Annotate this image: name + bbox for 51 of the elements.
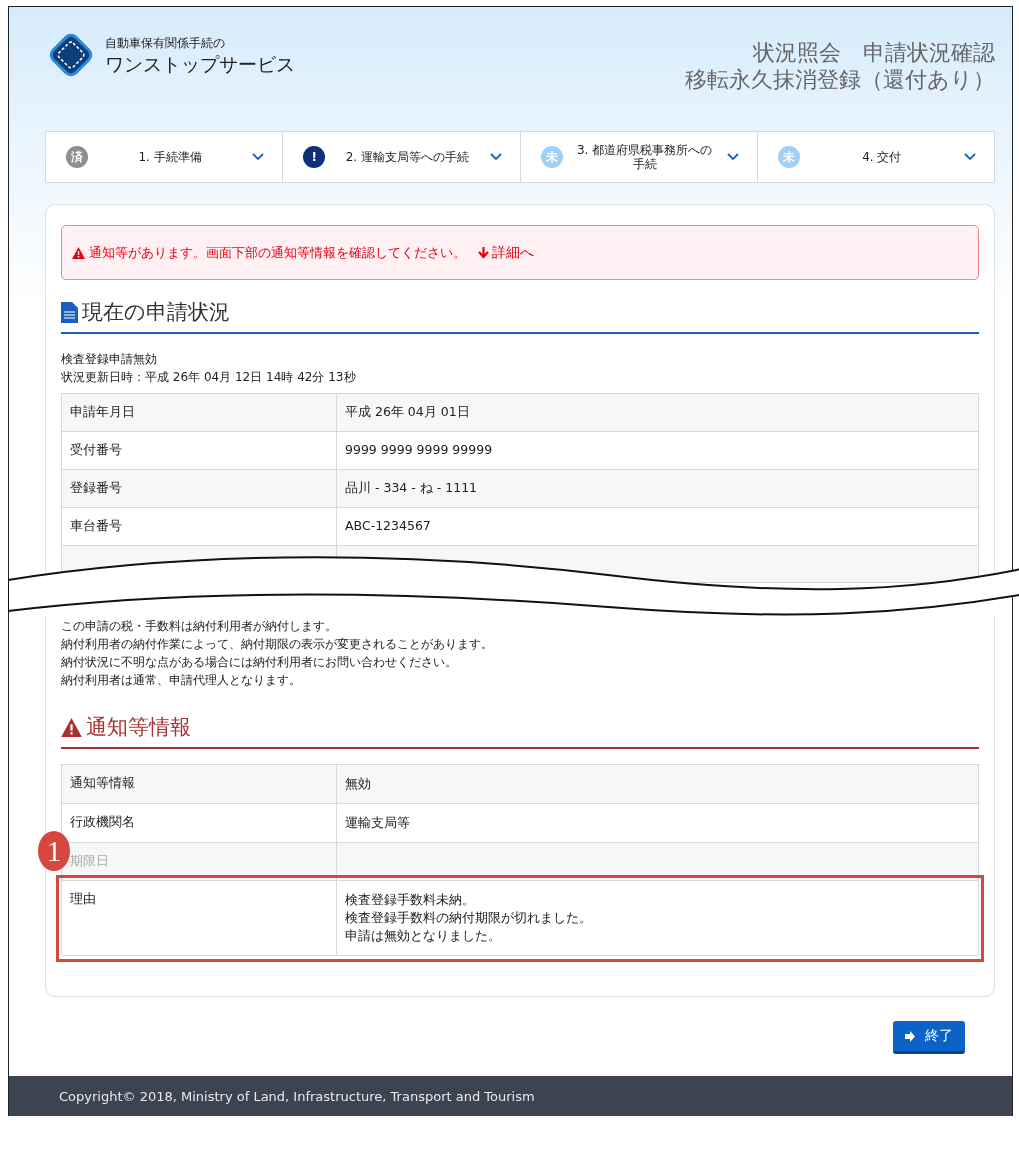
warning-icon [61,717,82,737]
chevron-down-icon [964,153,976,161]
chevron-down-icon [726,153,739,161]
step-tab[interactable]: 未 4. 交付 [757,132,994,182]
table-cell-text: 無効 [344,775,372,793]
step-label: 2. 運輸支局等への手続 [344,150,470,164]
status-badge: ! [303,146,326,168]
table-cell-text: 運輸支局等 [344,814,411,832]
copyright-text: Copyright© 2018, Ministry of Land, Infrastructure, Transport and Tourism [59,1088,535,1104]
table-cell: 車台番号 [62,508,337,545]
logo-caption: 自動車保有関係手続の [105,35,226,52]
chevron-down-icon [489,153,502,161]
note-text: 納付利用者の納付作業によって、納付期限の表示が変更されることがあります。 [61,636,494,653]
page-title: 移転永久抹消登録（還付あり） [685,66,995,93]
chevron-down-icon [252,153,265,161]
note-text: この申請の税・手数料は納付利用者が納付します。 [61,618,338,635]
table-cell: 受付番号 [62,432,337,469]
table-cell-text: 平成 26年 04月 01日 [344,403,471,421]
section-heading: 現在の申請状況 [82,299,230,326]
document-icon [61,301,78,323]
status-text: 検査登録申請無効 [61,351,158,368]
step-label: 1. 手続準備 [137,150,203,164]
status-badge: 未 [540,146,563,168]
step-tab[interactable]: ! 2. 運輸支局等への手続 [283,132,521,182]
step-label: 4. 交付 [861,150,903,164]
status-badge: 未 [777,146,800,168]
table-cell-text: 検査登録手数料未納。 検査登録手数料の納付期限が切れました。 申請は無効となりました。 [344,891,593,945]
callout-number: 1 [38,831,70,871]
note-text: 納付状況に不明な点がある場合には納付利用者にお問い合わせください。 [61,654,458,671]
details-link[interactable]: 詳細へ [478,243,534,262]
arrow-down-icon [478,246,489,259]
section-heading: 通知等情報 [86,714,191,741]
table-cell: 通知等情報 [62,765,337,803]
service-name: ワンストップサービス [105,52,295,77]
note-text: 納付利用者は通常、申請代理人となります。 [61,672,302,689]
alert-message: 通知等があります。画面下部の通知等情報を確認してください。 [89,243,466,262]
table-cell: 申請年月日 [62,394,337,431]
exit-icon [905,1030,917,1042]
table-cell-text: 品川 - 334 - ね - 1111 [344,479,479,497]
step-label: 3. 都道府県税事務所への手続 [576,143,714,171]
table-cell-text: ABC-1234567 [344,517,432,535]
table-cell: 理由 [62,881,337,955]
step-tab[interactable]: 済 1. 手続準備 [46,132,284,182]
status-badge: 済 [66,146,88,168]
end-button[interactable]: 終了 [893,1021,965,1054]
warning-icon [72,246,85,259]
step-tab[interactable]: 未 3. 都道府県税事務所への手続 [520,132,758,182]
table-cell: 登録番号 [62,470,337,507]
table-cell-text: 9999 9999 9999 99999 [344,441,494,459]
page-title: 状況照会 申請状況確認 [753,39,995,66]
updated-time: 状況更新日時：平成 26年 04月 12日 14時 42分 13秒 [61,369,357,386]
